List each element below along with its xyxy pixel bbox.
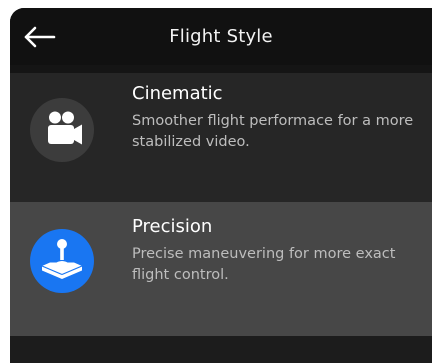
option-precision[interactable]: Precision Precise maneuvering for more e… (10, 202, 432, 336)
option-title: Cinematic (132, 83, 223, 104)
header-bar: Flight Style (10, 8, 432, 65)
option-title: Precision (132, 216, 213, 237)
option-cinematic[interactable]: Cinematic Smoother flight performace for… (10, 73, 432, 202)
page-title: Flight Style (169, 26, 273, 47)
option-description: Precise maneuvering for more exact fligh… (132, 246, 396, 283)
bottom-area (10, 336, 432, 363)
video-camera-icon (48, 111, 82, 145)
precision-icon-badge (30, 229, 94, 293)
cinematic-icon-badge (30, 98, 94, 162)
flight-style-screen: Flight Style Cinematic Smoother flight p… (10, 8, 432, 363)
option-description: Smoother flight performace for a more st… (132, 113, 414, 150)
joystick-icon (41, 239, 83, 279)
